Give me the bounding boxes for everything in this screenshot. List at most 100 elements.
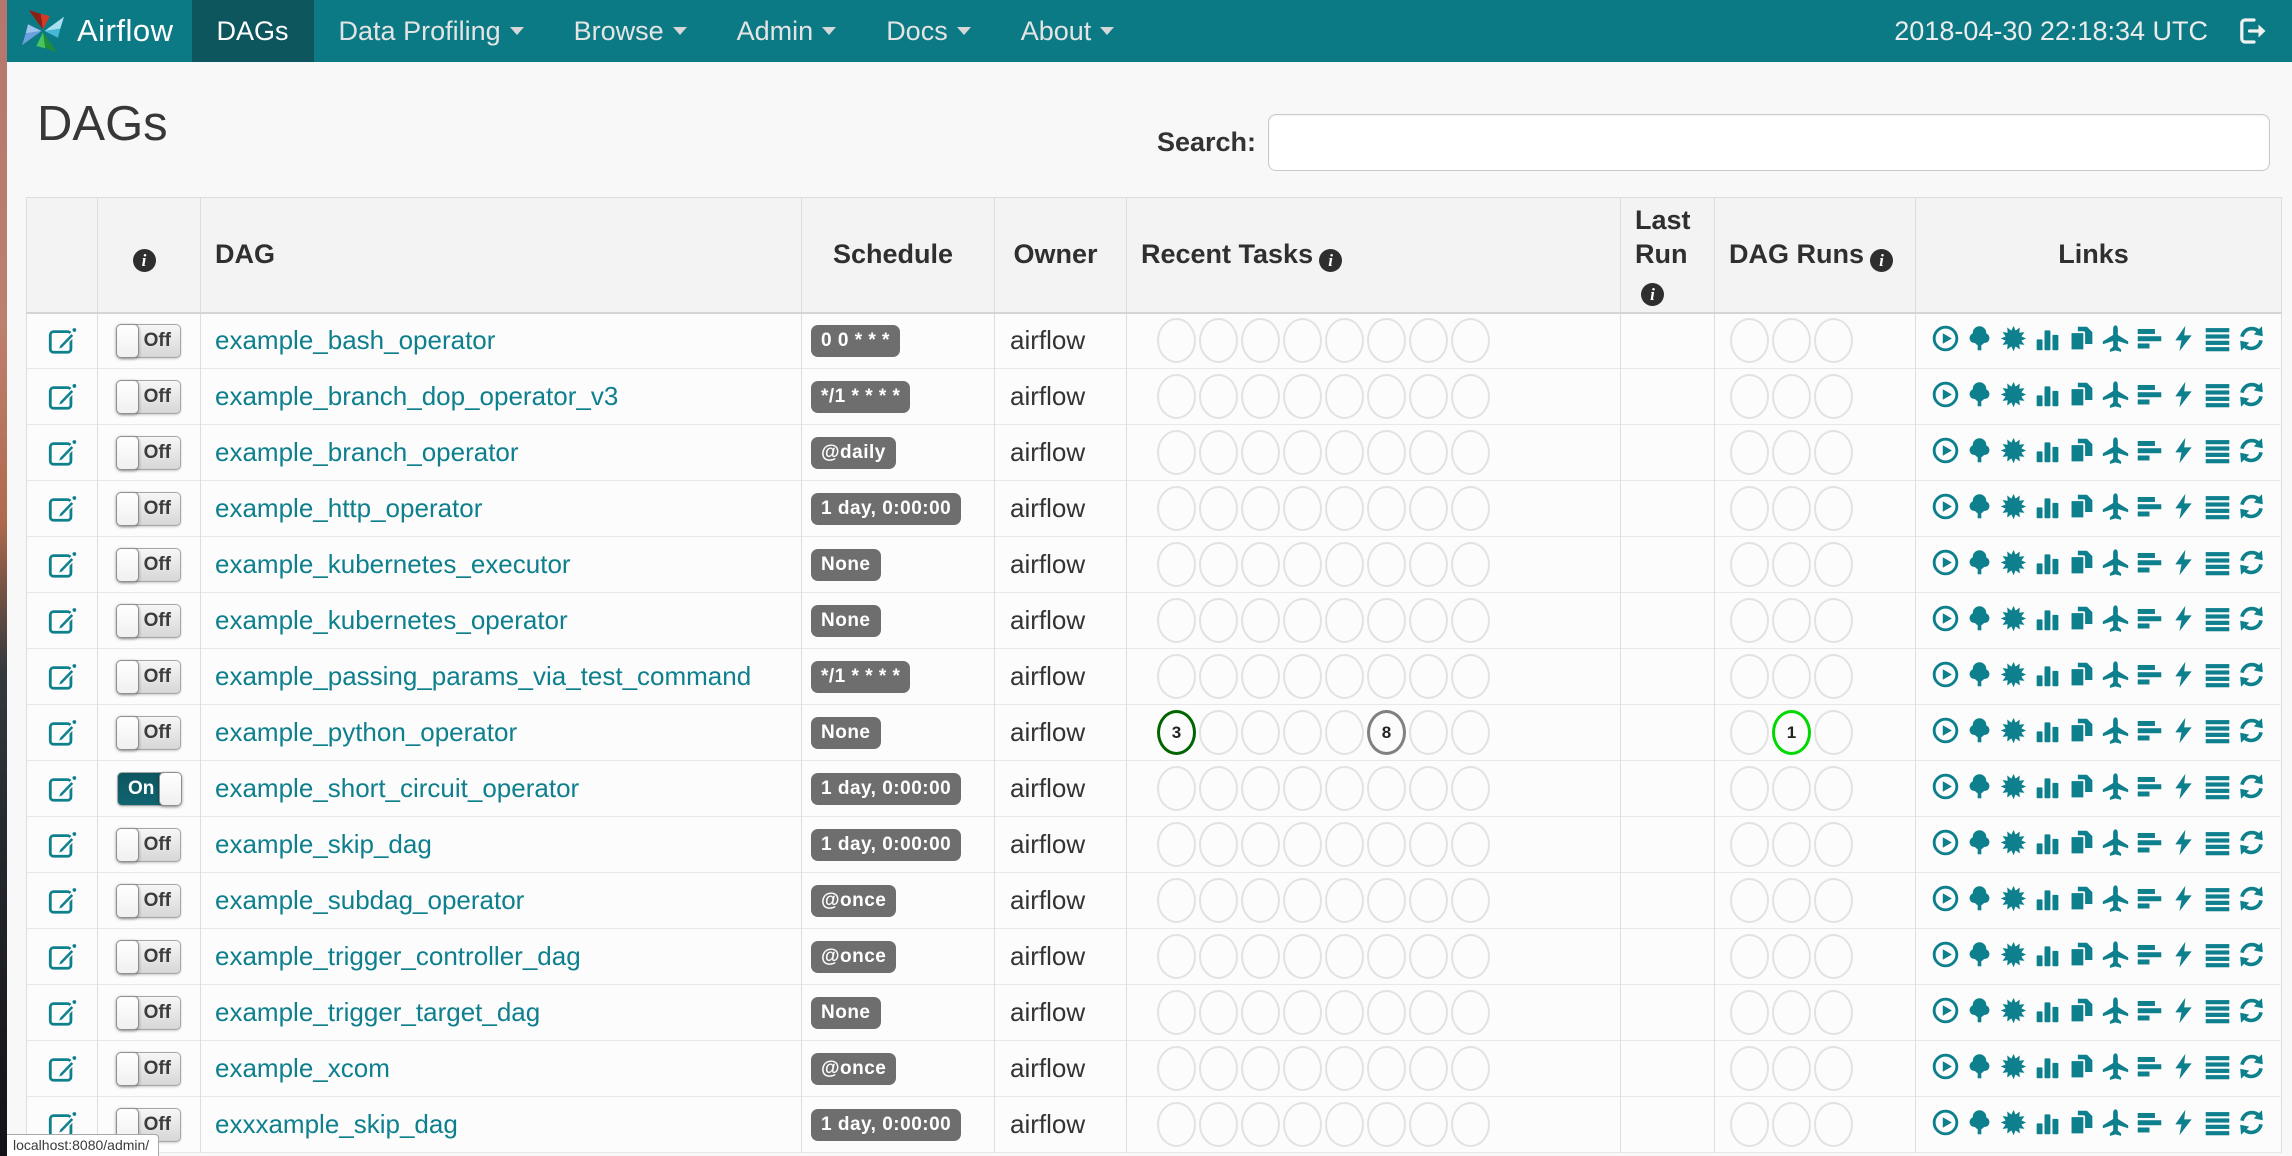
state-circle[interactable] (1814, 822, 1853, 867)
trigger-dag-link[interactable] (1931, 828, 1960, 857)
state-circle[interactable] (1730, 1102, 1769, 1147)
code-view-link[interactable] (2169, 940, 2198, 969)
code-view-link[interactable] (2169, 324, 2198, 353)
state-circle[interactable] (1814, 598, 1853, 643)
dag-name-link[interactable]: example_branch_operator (201, 437, 519, 468)
edit-dag-button[interactable] (47, 326, 77, 356)
state-circle[interactable] (1451, 374, 1490, 419)
state-circle[interactable] (1451, 710, 1490, 755)
gantt-view-link[interactable] (2135, 884, 2164, 913)
dag-pause-toggle[interactable]: Off (116, 379, 181, 414)
state-circle[interactable] (1199, 486, 1238, 531)
task-duration-link[interactable] (2033, 940, 2062, 969)
state-circle[interactable] (1409, 598, 1448, 643)
task-duration-link[interactable] (2033, 716, 2062, 745)
state-circle[interactable] (1772, 990, 1811, 1035)
state-circle[interactable] (1814, 710, 1853, 755)
nav-item-data-profiling[interactable]: Data Profiling (314, 0, 549, 62)
dag-name-link[interactable]: exxxample_skip_dag (201, 1109, 458, 1140)
state-circle[interactable] (1730, 766, 1769, 811)
state-circle[interactable] (1325, 486, 1364, 531)
state-circle[interactable] (1325, 598, 1364, 643)
gantt-view-link[interactable] (2135, 436, 2164, 465)
state-circle[interactable] (1325, 374, 1364, 419)
dag-name-link[interactable]: example_skip_dag (201, 829, 432, 860)
edit-dag-button[interactable] (47, 998, 77, 1028)
graph-view-link[interactable] (1999, 436, 2028, 465)
state-circle[interactable] (1772, 654, 1811, 699)
state-circle[interactable] (1772, 430, 1811, 475)
landing-times-link[interactable] (2101, 996, 2130, 1025)
tree-view-link[interactable] (1965, 436, 1994, 465)
edit-dag-button[interactable] (47, 830, 77, 860)
task-duration-link[interactable] (2033, 1052, 2062, 1081)
landing-times-link[interactable] (2101, 548, 2130, 577)
trigger-dag-link[interactable] (1931, 492, 1960, 521)
state-circle[interactable] (1451, 878, 1490, 923)
trigger-dag-link[interactable] (1931, 380, 1960, 409)
state-circle[interactable] (1199, 430, 1238, 475)
state-circle[interactable] (1157, 1102, 1196, 1147)
state-circle[interactable] (1157, 542, 1196, 587)
trigger-dag-link[interactable] (1931, 1052, 1960, 1081)
gantt-view-link[interactable] (2135, 828, 2164, 857)
state-circle[interactable] (1814, 766, 1853, 811)
state-circle[interactable] (1730, 710, 1769, 755)
dag-name-link[interactable]: example_http_operator (201, 493, 482, 524)
edit-dag-button[interactable] (47, 494, 77, 524)
code-view-link[interactable] (2169, 1108, 2198, 1137)
graph-view-link[interactable] (1999, 884, 2028, 913)
dag-name-link[interactable]: example_python_operator (201, 717, 517, 748)
state-circle[interactable] (1283, 1046, 1322, 1091)
state-circle[interactable] (1199, 878, 1238, 923)
graph-view-link[interactable] (1999, 492, 2028, 521)
task-tries-link[interactable] (2067, 716, 2096, 745)
state-circle[interactable] (1409, 878, 1448, 923)
dag-pause-toggle[interactable]: Off (116, 491, 181, 526)
tree-view-link[interactable] (1965, 604, 1994, 633)
edit-dag-button[interactable] (47, 438, 77, 468)
state-circle[interactable] (1772, 542, 1811, 587)
state-circle[interactable] (1730, 878, 1769, 923)
state-circle[interactable] (1283, 710, 1322, 755)
state-circle[interactable] (1283, 318, 1322, 364)
task-tries-link[interactable] (2067, 492, 2096, 521)
state-circle[interactable] (1814, 990, 1853, 1035)
state-circle[interactable] (1367, 654, 1406, 699)
state-circle[interactable] (1199, 1046, 1238, 1091)
graph-view-link[interactable] (1999, 828, 2028, 857)
tree-view-link[interactable] (1965, 772, 1994, 801)
task-tries-link[interactable] (2067, 660, 2096, 689)
edit-dag-button[interactable] (47, 382, 77, 412)
state-circle[interactable] (1241, 990, 1280, 1035)
nav-item-dags[interactable]: DAGs (192, 0, 314, 62)
state-circle[interactable] (1367, 990, 1406, 1035)
dag-pause-toggle[interactable]: On (117, 771, 182, 806)
state-circle[interactable] (1325, 1102, 1364, 1147)
state-circle[interactable] (1730, 318, 1769, 364)
state-circle[interactable] (1325, 878, 1364, 923)
gantt-view-link[interactable] (2135, 716, 2164, 745)
state-circle[interactable] (1241, 1102, 1280, 1147)
refresh-link[interactable] (2237, 716, 2266, 745)
state-circle[interactable] (1409, 990, 1448, 1035)
gantt-view-link[interactable] (2135, 604, 2164, 633)
state-circle[interactable] (1451, 766, 1490, 811)
state-circle[interactable] (1367, 374, 1406, 419)
logs-link[interactable] (2203, 1052, 2232, 1081)
state-circle[interactable] (1367, 766, 1406, 811)
state-circle[interactable] (1730, 934, 1769, 979)
state-circle[interactable] (1409, 318, 1448, 364)
state-circle[interactable] (1157, 430, 1196, 475)
state-circle[interactable] (1409, 654, 1448, 699)
state-circle[interactable] (1325, 710, 1364, 755)
dag-name-link[interactable]: example_bash_operator (201, 325, 495, 356)
state-circle[interactable] (1772, 934, 1811, 979)
state-circle[interactable] (1325, 990, 1364, 1035)
landing-times-link[interactable] (2101, 1108, 2130, 1137)
logs-link[interactable] (2203, 660, 2232, 689)
state-circle[interactable] (1283, 374, 1322, 419)
search-input[interactable] (1268, 114, 2270, 171)
tree-view-link[interactable] (1965, 324, 1994, 353)
gantt-view-link[interactable] (2135, 380, 2164, 409)
